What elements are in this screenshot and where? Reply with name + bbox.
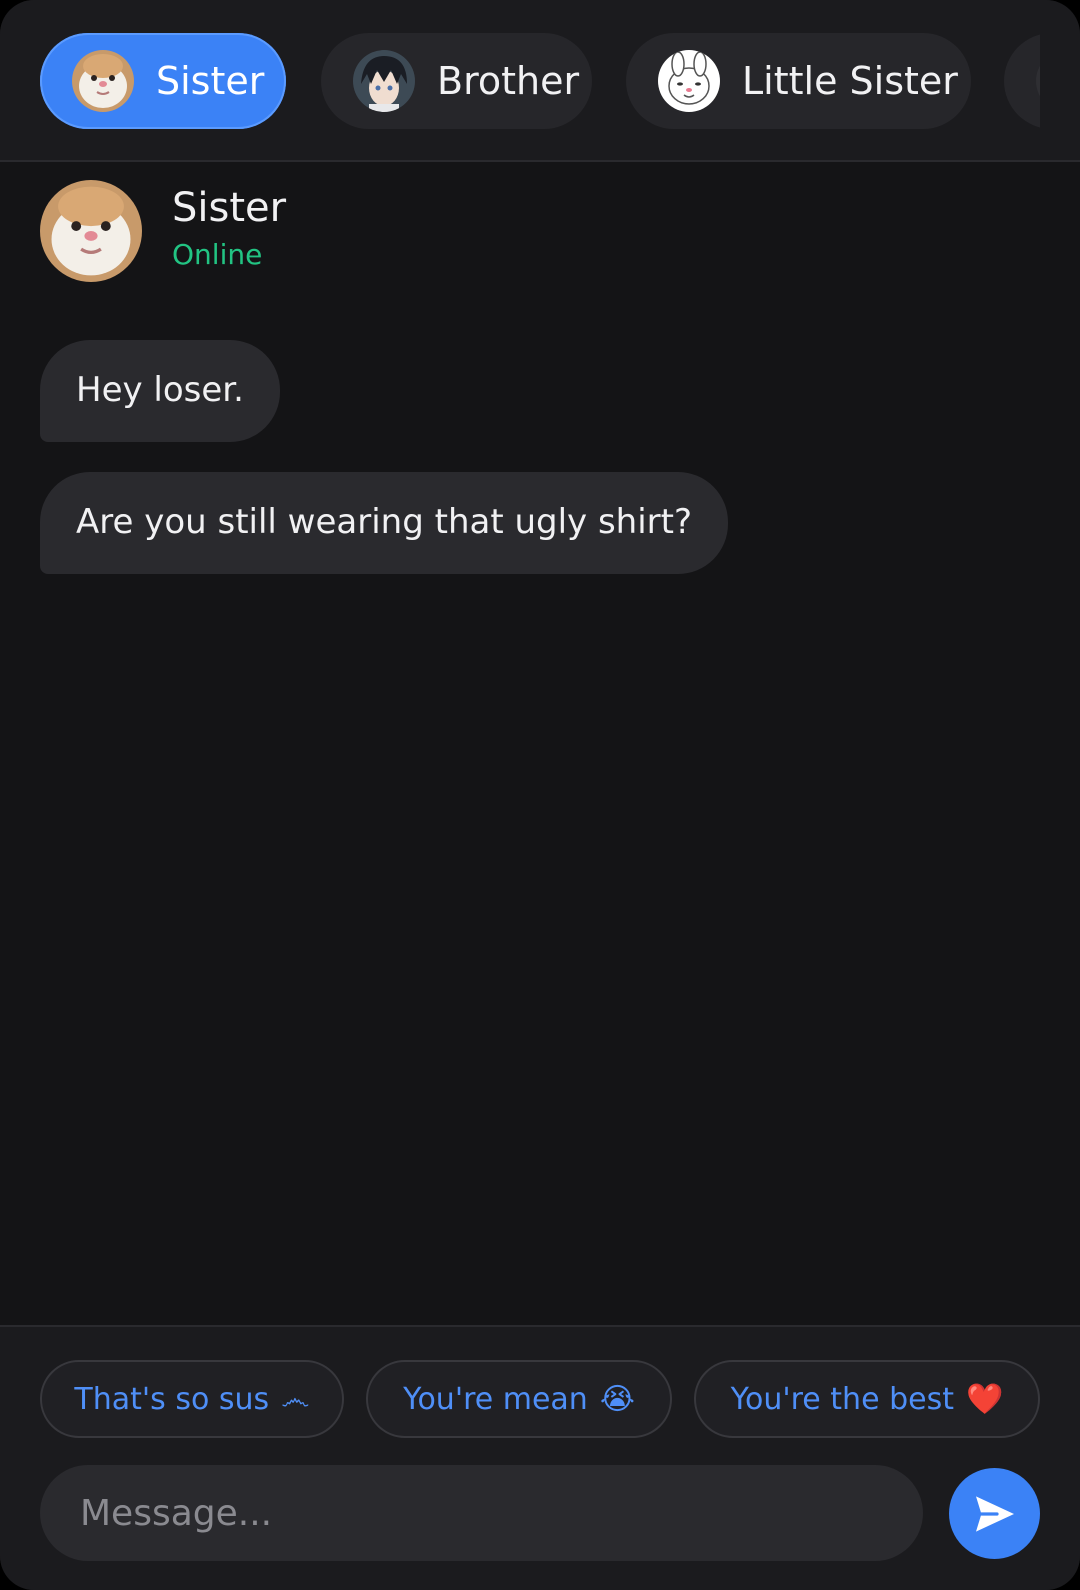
message-input-wrapper xyxy=(40,1465,923,1561)
message-row: Hey loser. xyxy=(40,340,1040,472)
tab-brother[interactable]: Brother xyxy=(321,33,592,129)
status-badge: Online xyxy=(172,238,263,271)
tab-little-sister[interactable]: Little Sister xyxy=(626,33,971,129)
quick-reply-label: You're mean xyxy=(403,1381,588,1417)
incoming-message-bubble: Are you still wearing that ugly shirt? xyxy=(40,472,729,574)
contact-tabs: Sister Brother Little Sister xyxy=(40,33,1040,129)
message-list: Hey loser. Are you still wearing that ug… xyxy=(40,340,1040,604)
chat-header: Sister Online xyxy=(40,180,740,284)
quick-reply-best[interactable]: You're the best ❤️ xyxy=(694,1360,1040,1438)
quick-reply-mean[interactable]: You're mean 😭 xyxy=(366,1360,672,1438)
incoming-message-bubble: Hey loser. xyxy=(40,340,280,442)
crying-emoji-icon: 😭 xyxy=(599,1381,635,1417)
avatar xyxy=(40,180,142,282)
tab-sister[interactable]: Sister xyxy=(40,33,286,129)
cat-avatar xyxy=(72,50,134,112)
tab-label: Little Sister xyxy=(742,59,958,103)
sus-emoji-icon: ෴ xyxy=(281,1381,310,1417)
tab-label: Brother xyxy=(437,59,580,103)
send-button[interactable] xyxy=(949,1468,1040,1559)
quick-reply-label: You're the best xyxy=(730,1381,954,1417)
bunny-avatar xyxy=(658,50,720,112)
quick-replies: That's so sus ෴ You're mean 😭 You're the… xyxy=(40,1360,1040,1440)
tab-partial[interactable] xyxy=(1004,33,1040,129)
composer: That's so sus ෴ You're mean 😭 You're the… xyxy=(0,1325,1080,1590)
anime-boy-avatar xyxy=(353,50,415,112)
contact-name: Sister xyxy=(172,185,287,231)
message-row: Are you still wearing that ugly shirt? xyxy=(40,472,1040,604)
partial-avatar xyxy=(1036,50,1040,112)
chat-app: Sister Brother Little Sister Sister Onli… xyxy=(0,0,1080,1590)
quick-reply-label: That's so sus xyxy=(74,1381,270,1417)
contact-tabbar: Sister Brother Little Sister xyxy=(0,0,1080,162)
tab-label: Sister xyxy=(156,59,265,103)
quick-reply-sus[interactable]: That's so sus ෴ xyxy=(40,1360,344,1438)
message-input[interactable] xyxy=(40,1465,923,1561)
heart-emoji-icon: ❤️ xyxy=(965,1381,1004,1417)
send-icon xyxy=(975,1495,1014,1532)
